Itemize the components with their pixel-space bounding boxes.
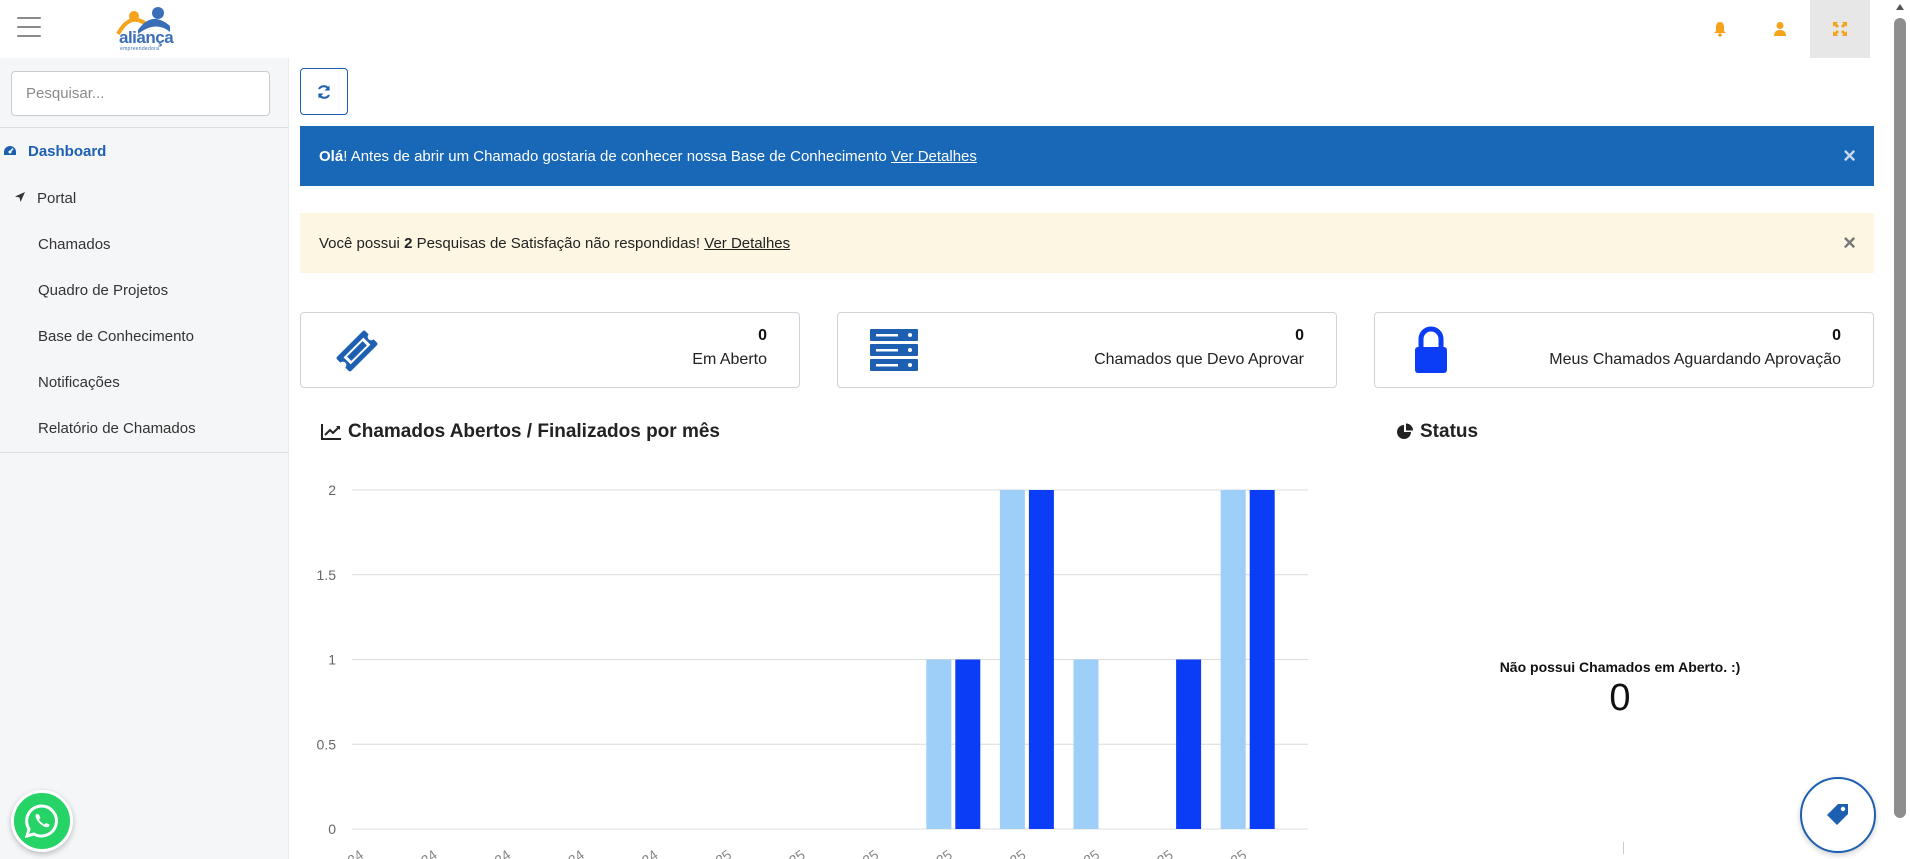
menu-toggle-icon[interactable] bbox=[17, 17, 41, 37]
tag-button[interactable] bbox=[1800, 777, 1876, 853]
alert-text: ! Antes de abrir um Chamado gostaria de … bbox=[343, 147, 892, 165]
alert-details-link[interactable]: Ver Detalhes bbox=[891, 148, 977, 165]
lock-icon bbox=[1415, 326, 1447, 373]
sidebar-item-portal[interactable]: Portal bbox=[0, 178, 289, 218]
user-icon bbox=[1774, 22, 1786, 36]
chart-bar[interactable] bbox=[955, 659, 981, 830]
x-tick-label: 25 bbox=[1154, 846, 1176, 859]
y-tick-label: 1 bbox=[328, 652, 336, 668]
sidebar-divider bbox=[0, 127, 289, 128]
chart-bar[interactable] bbox=[926, 659, 952, 830]
alert-text: Pesquisas de Satisfação não respondidas! bbox=[412, 234, 705, 252]
x-tick-label: 25 bbox=[1227, 846, 1249, 859]
location-arrow-icon bbox=[14, 191, 28, 205]
sidebar-item-label: Notificações bbox=[38, 373, 120, 391]
sidebar-item-dashboard[interactable]: Dashboard bbox=[0, 131, 289, 171]
scroll-up-arrow[interactable] bbox=[1896, 4, 1904, 10]
x-tick-label: 24 bbox=[639, 846, 661, 859]
sidebar-item-notificacoes[interactable]: Notificações bbox=[0, 362, 289, 402]
refresh-button[interactable] bbox=[300, 68, 348, 115]
sidebar-item-relatorio-de-chamados[interactable]: Relatório de Chamados bbox=[0, 408, 289, 448]
x-tick-label: 24 bbox=[344, 846, 366, 859]
bar-chart: 0 0.5 1 1.5 2 24 24 24 24 24 25 25 25 25 25 25 25 25 bbox=[317, 482, 1308, 859]
chart-bar[interactable] bbox=[1249, 490, 1275, 829]
status-title: Status bbox=[1396, 421, 1478, 443]
ticket-icon bbox=[336, 330, 378, 372]
server-icon bbox=[870, 329, 918, 371]
chart-bar[interactable] bbox=[1176, 659, 1202, 830]
whatsapp-button[interactable] bbox=[11, 790, 73, 852]
card-em-aberto[interactable]: 0 Em Aberto bbox=[300, 312, 800, 388]
sidebar-divider bbox=[0, 452, 289, 453]
card-value: 0 bbox=[1295, 327, 1304, 344]
whatsapp-icon bbox=[24, 804, 58, 839]
chart-title: Chamados Abertos / Finalizados por mês bbox=[320, 421, 720, 443]
chart-bar[interactable] bbox=[1028, 490, 1054, 829]
sidebar-item-label: Relatório de Chamados bbox=[38, 419, 196, 437]
refresh-icon bbox=[318, 84, 330, 99]
card-label: Chamados que Devo Aprovar bbox=[1094, 351, 1304, 368]
card-aguardando-aprovacao[interactable]: 0 Meus Chamados Aguardando Aprovação bbox=[1374, 312, 1874, 388]
status-title-text: Status bbox=[1420, 421, 1479, 442]
alert-greeting: Olá bbox=[319, 147, 344, 165]
user-button[interactable] bbox=[1750, 0, 1810, 58]
expand-icon bbox=[1833, 22, 1847, 36]
notifications-button[interactable] bbox=[1690, 0, 1750, 58]
pie-axis-tick bbox=[1623, 842, 1624, 854]
card-label: Em Aberto bbox=[692, 351, 767, 368]
x-tick-label: 24 bbox=[491, 846, 513, 859]
sidebar-item-label: Base de Conhecimento bbox=[38, 327, 194, 345]
chart-bar[interactable] bbox=[999, 490, 1025, 829]
card-value: 0 bbox=[758, 327, 767, 344]
x-tick-label: 25 bbox=[1080, 846, 1102, 859]
line-chart-icon bbox=[320, 423, 342, 441]
x-tick-label: 24 bbox=[565, 846, 587, 859]
page-scrollbar[interactable] bbox=[1890, 0, 1910, 859]
pie-chart-icon bbox=[1396, 423, 1414, 441]
tag-icon bbox=[1827, 804, 1848, 825]
y-tick-label: 0 bbox=[328, 821, 336, 837]
status-empty-message: Não possui Chamados em Aberto. :) bbox=[1499, 659, 1741, 675]
chart-bar[interactable] bbox=[1220, 490, 1246, 829]
card-chamados-aprovar[interactable]: 0 Chamados que Devo Aprovar bbox=[837, 312, 1337, 388]
survey-alert: Você possui 2 Pesquisas de Satisfação nã… bbox=[300, 213, 1874, 273]
logo-text: aliança bbox=[119, 28, 174, 47]
scroll-thumb[interactable] bbox=[1894, 18, 1906, 818]
y-tick-label: 0.5 bbox=[317, 736, 337, 752]
logo-subtext: empreendedora bbox=[120, 46, 160, 52]
dashboard-icon bbox=[3, 144, 17, 158]
chart-title-text: Chamados Abertos / Finalizados por mês bbox=[348, 421, 720, 442]
sidebar-item-base-de-conhecimento[interactable]: Base de Conhecimento bbox=[0, 316, 289, 356]
sidebar-item-quadro-de-projetos[interactable]: Quadro de Projetos bbox=[0, 270, 289, 310]
survey-count: 2 bbox=[404, 234, 413, 252]
alert-details-link[interactable]: Ver Detalhes bbox=[704, 235, 790, 252]
x-tick-label: 25 bbox=[933, 846, 955, 859]
chart-bar[interactable] bbox=[1073, 659, 1099, 830]
y-tick-label: 1.5 bbox=[317, 567, 337, 583]
sidebar-item-chamados[interactable]: Chamados bbox=[0, 224, 289, 264]
knowledge-base-alert: Olá! Antes de abrir um Chamado gostaria … bbox=[300, 126, 1874, 186]
sidebar-item-label: Portal bbox=[37, 189, 77, 207]
x-tick-label: 25 bbox=[859, 846, 881, 859]
x-tick-label: 25 bbox=[786, 846, 808, 859]
card-value: 0 bbox=[1832, 327, 1841, 344]
fullscreen-button[interactable] bbox=[1810, 0, 1870, 58]
x-tick-label: 25 bbox=[712, 846, 734, 859]
close-icon[interactable]: × bbox=[1843, 232, 1856, 254]
top-bar: aliança empreendedora bbox=[0, 0, 1890, 58]
y-tick-label: 2 bbox=[328, 482, 336, 498]
close-icon[interactable]: × bbox=[1843, 145, 1856, 167]
x-tick-label: 25 bbox=[1007, 846, 1029, 859]
sidebar-item-label: Chamados bbox=[38, 235, 111, 253]
status-empty-value: 0 bbox=[1609, 677, 1631, 719]
alert-text-pre: Você possui bbox=[319, 234, 405, 252]
bell-icon bbox=[1714, 22, 1726, 37]
sidebar-item-label: Dashboard bbox=[28, 142, 107, 160]
card-label: Meus Chamados Aguardando Aprovação bbox=[1549, 351, 1841, 368]
x-tick-label: 24 bbox=[418, 846, 440, 859]
sidebar-item-label: Quadro de Projetos bbox=[38, 281, 169, 299]
search-input[interactable] bbox=[11, 71, 270, 116]
sidebar: Dashboard Portal Chamados Quadro de Proj… bbox=[0, 58, 289, 859]
